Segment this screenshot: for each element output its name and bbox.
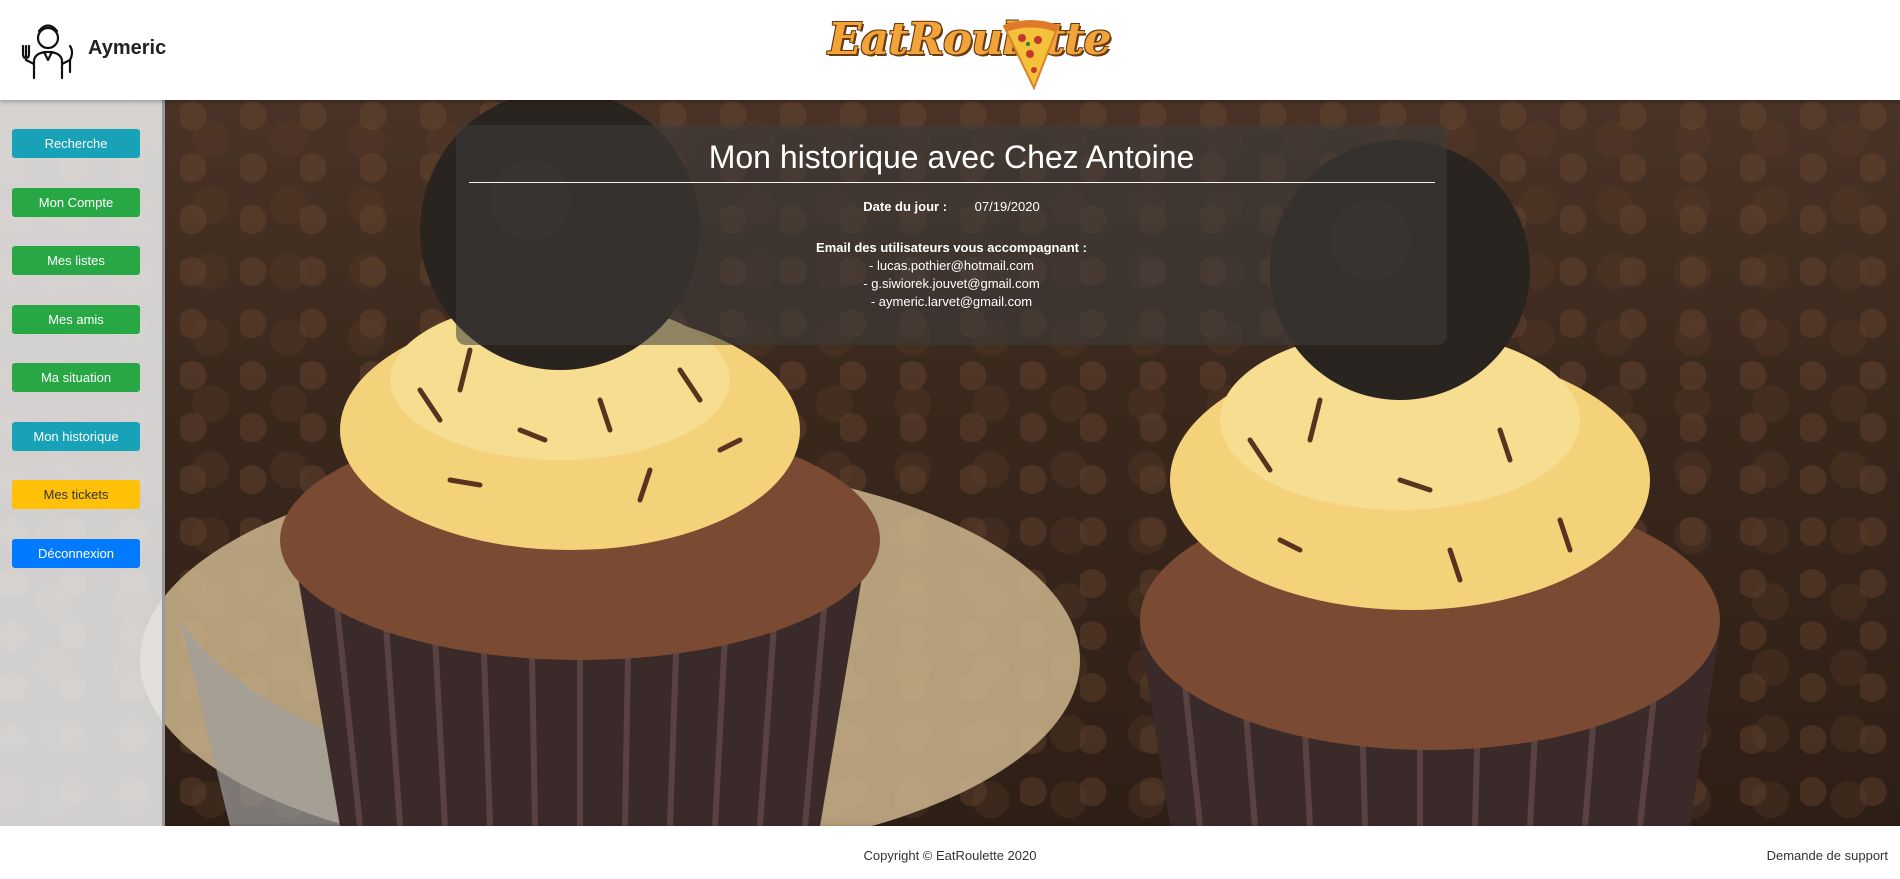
chef-avatar-icon bbox=[21, 24, 74, 80]
companion-email: - lucas.pothier@hotmail.com bbox=[869, 258, 1034, 273]
companion-email: - g.siwiorek.jouvet@gmail.com bbox=[863, 276, 1040, 291]
date-row: Date du jour : 07/19/2020 bbox=[456, 199, 1447, 214]
sidebar-nav: Recherche Mon Compte Mes listes Mes amis… bbox=[0, 100, 165, 826]
date-label: Date du jour : bbox=[863, 199, 948, 214]
logo-text: EatRoulette bbox=[828, 14, 1112, 65]
sidebar-item-mon-compte[interactable]: Mon Compte bbox=[12, 188, 140, 217]
page-title: Mon historique avec Chez Antoine bbox=[708, 139, 1195, 175]
sidebar-item-mes-tickets[interactable]: Mes tickets bbox=[12, 480, 140, 509]
sidebar-item-deconnexion[interactable]: Déconnexion bbox=[12, 539, 140, 568]
sidebar-item-mon-historique[interactable]: Mon historique bbox=[12, 422, 140, 451]
sidebar-item-recherche[interactable]: Recherche bbox=[12, 129, 140, 158]
companions-email-title: Email des utilisateurs vous accompagnant… bbox=[816, 240, 1087, 255]
footer: Copyright © EatRoulette 2020 Demande de … bbox=[0, 826, 1900, 879]
companion-email: - aymeric.larvet@gmail.com bbox=[870, 294, 1033, 309]
top-header: Aymeric EatRoulette bbox=[0, 0, 1900, 100]
user-profile[interactable]: Aymeric bbox=[18, 16, 166, 80]
date-value: 07/19/2020 bbox=[974, 199, 1040, 214]
copyright-text: Copyright © EatRoulette 2020 bbox=[863, 848, 1037, 863]
pizza-slice-icon bbox=[1002, 20, 1060, 90]
username-label: Aymeric bbox=[88, 36, 167, 59]
title-divider bbox=[468, 182, 1435, 183]
sidebar-item-mes-amis[interactable]: Mes amis bbox=[12, 305, 140, 334]
sidebar-item-ma-situation[interactable]: Ma situation bbox=[12, 363, 140, 392]
support-link[interactable]: Demande de support bbox=[1767, 848, 1888, 863]
history-card: Mon historique avec Chez Antoine Date du… bbox=[456, 125, 1447, 345]
eatroulette-logo[interactable]: EatRoulette bbox=[828, 14, 1112, 92]
sidebar-item-mes-listes[interactable]: Mes listes bbox=[12, 246, 140, 275]
